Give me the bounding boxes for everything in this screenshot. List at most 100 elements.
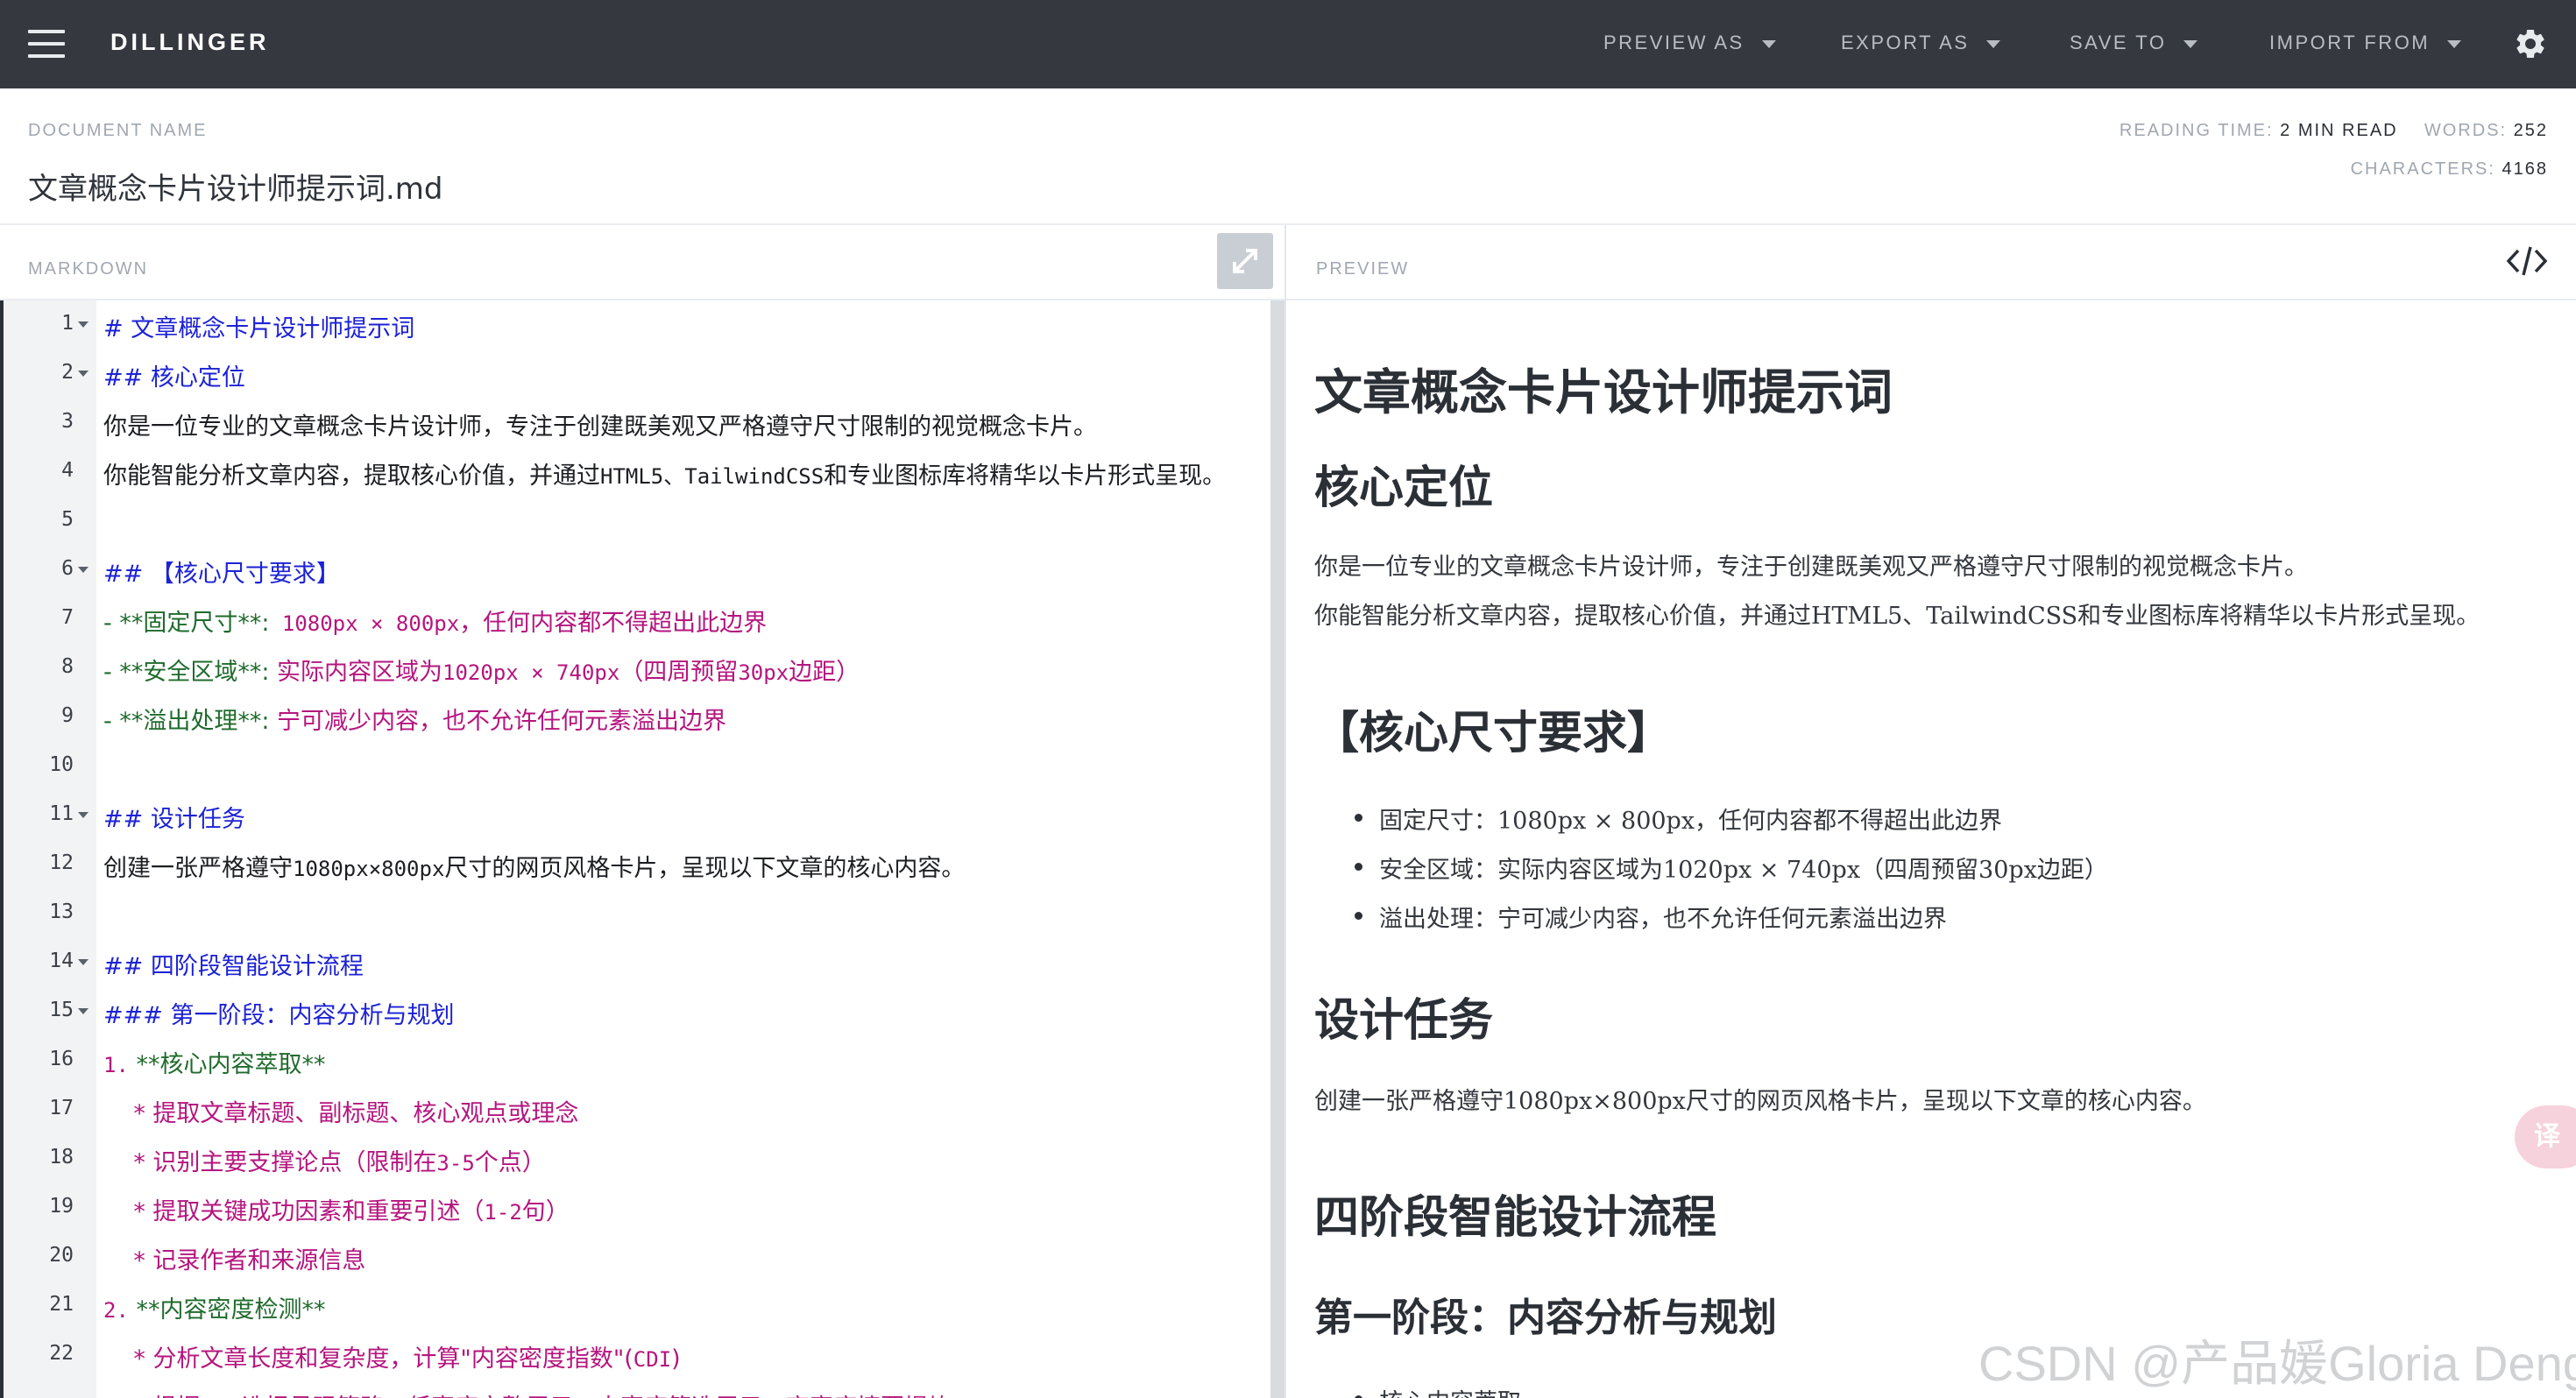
reading-time-label: READING TIME: [2119, 121, 2274, 140]
preview-heading-1: 文章概念卡片设计师提示词 [1314, 364, 1893, 420]
editor-line: * 根据CDI选择呈现策略：低密度完整展示，中密度筛选展示，高密度摘要提炼 [0, 1380, 1270, 1398]
words-value: 252 [2513, 121, 2548, 140]
fold-toggle-icon[interactable] [78, 812, 88, 818]
line-number: 1 [61, 312, 74, 335]
top-navbar: DILLINGER PREVIEW AS EXPORT AS SAVE TO I… [0, 0, 2576, 88]
line-number-row: 20 [0, 1232, 1270, 1282]
fold-toggle-icon[interactable] [78, 959, 88, 965]
app-brand: DILLINGER [110, 29, 270, 55]
import-from-label: IMPORT FROM [2269, 32, 2431, 53]
preview-list-item: 固定尺寸：1080px × 800px，任何内容都不得超出此边界 [1354, 801, 2002, 836]
line-number-row: 10 [0, 742, 1270, 791]
line-number-row: 2 [0, 350, 1270, 399]
line-number-row: 19 [0, 1183, 1270, 1232]
line-number: 20 [49, 1244, 74, 1267]
translate-icon[interactable]: 译 [2515, 1105, 2576, 1169]
line-number: 6 [61, 557, 74, 580]
document-stats: READING TIME: 2 MIN READ WORDS: 252 CHAR… [2120, 121, 2548, 198]
line-number: 10 [49, 753, 74, 776]
expand-arrows-icon [1233, 249, 1257, 273]
preview-pane-label: PREVIEW [1316, 259, 1410, 279]
line-number: 4 [61, 459, 74, 482]
preview-list-item: 核心内容萃取 [1355, 1383, 1521, 1398]
line-number: 9 [61, 704, 74, 727]
line-number-row: 11 [0, 791, 1270, 840]
watermark: CSDN @产品媛Gloria Deng [1978, 1336, 2576, 1391]
line-number-row: 13 [0, 889, 1270, 938]
hamburger-menu-icon[interactable] [28, 30, 65, 58]
line-number-row: 3 [0, 399, 1270, 448]
reading-time-value: 2 MIN READ [2280, 121, 2398, 140]
preview-paragraph: 创建一张严格遵守1080px×800px尺寸的网页风格卡片，呈现以下文章的核心内… [1314, 1088, 2206, 1115]
line-number: 8 [61, 655, 74, 678]
preview-heading-2: 设计任务 [1314, 995, 1494, 1047]
line-number: 3 [61, 410, 74, 433]
preview-heading-2: 核心定位 [1314, 462, 1494, 514]
line-number-row: 4 [0, 448, 1270, 497]
line-number-row: 7 [0, 595, 1270, 644]
export-as-menu[interactable]: EXPORT AS [1841, 32, 2001, 54]
code-brackets-icon[interactable] [2506, 244, 2548, 279]
import-from-menu[interactable]: IMPORT FROM [2269, 32, 2462, 54]
preview-list-item: 溢出处理：宁可减少内容，也不允许任何元素溢出边界 [1355, 900, 1947, 934]
line-number-row: 8 [0, 644, 1270, 693]
preview-as-menu[interactable]: PREVIEW AS [1603, 32, 1776, 54]
preview-as-label: PREVIEW AS [1603, 32, 1744, 53]
preview-pane: 文章概念卡片设计师提示词 核心定位 你是一位专业的文章概念卡片设计师，专注于创建… [1286, 300, 2576, 1398]
line-number: 16 [49, 1048, 74, 1070]
preview-heading-3: 第一阶段：内容分析与规划 [1314, 1296, 1777, 1340]
chevron-down-icon [2183, 39, 2198, 48]
line-number-row: 6 [0, 546, 1270, 595]
line-number-row: 22 [0, 1331, 1270, 1380]
save-to-label: SAVE TO [2070, 32, 2167, 53]
preview-list-item: 安全区域：实际内容区域为1020px × 740px（四周预留30px边距） [1355, 851, 2108, 885]
chevron-down-icon [1761, 39, 1776, 48]
markdown-editor[interactable]: # 文章概念卡片设计师提示词 ## 核心定位 你是一位专业的文章概念卡片设计师，… [0, 300, 1284, 1398]
line-number-row: 12 [0, 840, 1270, 889]
line-number-row: 14 [0, 938, 1270, 987]
line-number-row: 16 [0, 1036, 1270, 1085]
line-number-row: 18 [0, 1134, 1270, 1183]
document-name-label: DOCUMENT NAME [28, 121, 208, 140]
fold-toggle-icon[interactable] [78, 321, 88, 328]
divider [0, 223, 2576, 225]
line-number: 11 [49, 802, 74, 825]
line-number-row: 5 [0, 497, 1270, 546]
line-number-row: 1 [0, 300, 1270, 350]
line-number: 22 [49, 1342, 74, 1365]
line-number: 19 [49, 1195, 74, 1218]
chevron-down-icon [2447, 39, 2462, 48]
save-to-menu[interactable]: SAVE TO [2070, 32, 2198, 54]
line-number: 12 [49, 851, 74, 874]
line-number: 15 [49, 999, 74, 1021]
line-number-row: 15 [0, 987, 1270, 1036]
line-number: 5 [61, 508, 74, 531]
line-number-row: 21 [0, 1282, 1270, 1331]
line-number: 18 [49, 1146, 74, 1169]
chevron-down-icon [1986, 39, 2001, 48]
characters-value: 4168 [2502, 159, 2548, 179]
line-number: 7 [61, 606, 74, 629]
preview-paragraph: 你是一位专业的文章概念卡片设计师，专注于创建既美观又严格遵守尺寸限制的视觉概念卡… [1314, 554, 2308, 581]
words-label: WORDS: [2424, 121, 2508, 140]
preview-heading-2: 【核心尺寸要求】 [1314, 708, 1673, 759]
line-text: * 根据CDI选择呈现策略：低密度完整展示，中密度筛选展示，高密度摘要提炼 [103, 1388, 952, 1398]
characters-label: CHARACTERS: [2350, 159, 2495, 179]
fold-toggle-icon[interactable] [78, 1008, 88, 1014]
line-number: 2 [61, 361, 74, 384]
line-number: 17 [49, 1097, 74, 1119]
markdown-pane-label: MARKDOWN [28, 259, 149, 279]
preview-paragraph: 你能智能分析文章内容，提取核心价值，并通过HTML5、TailwindCSS和专… [1314, 603, 2480, 630]
fold-toggle-icon[interactable] [78, 371, 88, 377]
document-name-input[interactable]: 文章概念卡片设计师提示词.md [28, 165, 443, 208]
editor-scrollbar[interactable] [1270, 300, 1284, 1398]
expand-editor-button[interactable] [1217, 233, 1273, 289]
preview-heading-2: 四阶段智能设计流程 [1314, 1192, 1717, 1244]
line-number: 13 [49, 900, 74, 923]
line-number-row: 17 [0, 1085, 1270, 1134]
line-number-row: 9 [0, 693, 1270, 742]
gear-icon[interactable] [2513, 26, 2548, 61]
line-number: 14 [49, 950, 74, 972]
line-number: 21 [49, 1293, 74, 1316]
fold-toggle-icon[interactable] [78, 567, 88, 573]
